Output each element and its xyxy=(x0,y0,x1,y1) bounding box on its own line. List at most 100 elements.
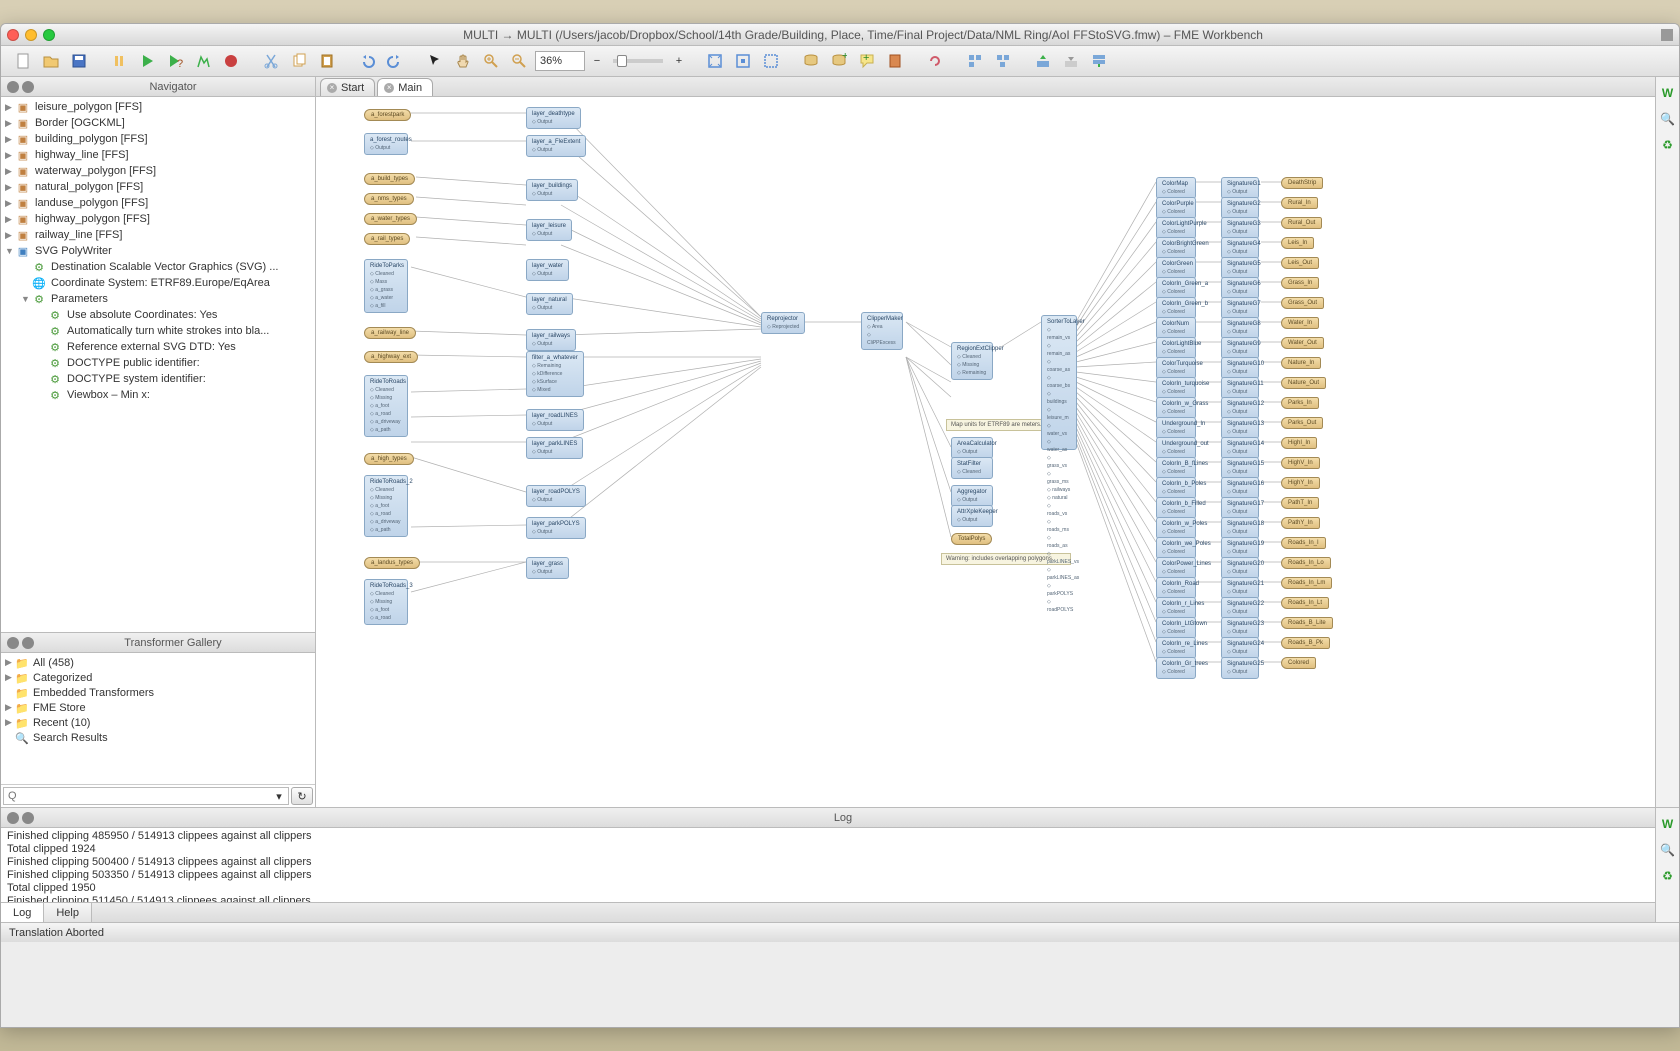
transformer-node[interactable]: ColorNum◇ Colored xyxy=(1156,317,1196,339)
zoom-decrease-button[interactable]: − xyxy=(589,49,605,73)
reader-node[interactable]: a_forestpark xyxy=(364,109,411,121)
writer-node[interactable]: Grass_Out xyxy=(1281,297,1324,309)
zoom-in-button[interactable] xyxy=(479,49,503,73)
writer-node[interactable]: Nature_In xyxy=(1281,357,1321,369)
gallery-refresh-button[interactable]: ↻ xyxy=(291,787,313,805)
transformer-node[interactable]: SignatureG2◇ Output xyxy=(1221,197,1259,219)
transformer-node[interactable]: layer_natural◇ Output xyxy=(526,293,573,315)
transformer-node[interactable]: ColorIn_B_fLines◇ Colored xyxy=(1156,457,1196,479)
canvas-tab[interactable]: ×Start xyxy=(320,78,375,96)
transformer-node[interactable]: ColorIn_Road◇ Colored xyxy=(1156,577,1196,599)
transformer-node[interactable]: ColorIn_r_Lines◇ Colored xyxy=(1156,597,1196,619)
navigator-item[interactable]: ▶▣waterway_polygon [FFS] xyxy=(1,163,315,179)
gallery-item[interactable]: 🔍Search Results xyxy=(1,730,315,745)
gallery-tree[interactable]: ▶📁All (458)▶📁Categorized📁Embedded Transf… xyxy=(1,653,315,784)
navigator-close-icon[interactable] xyxy=(7,81,19,93)
writer-node[interactable]: Leis_In xyxy=(1281,237,1314,249)
gallery-item[interactable]: ▶📁FME Store xyxy=(1,700,315,715)
reader-node[interactable]: a_railway_line xyxy=(364,327,416,339)
title-bar-proxy-icon[interactable] xyxy=(1661,29,1673,41)
log-tab-help[interactable]: Help xyxy=(44,903,92,922)
log-tab-log[interactable]: Log xyxy=(1,903,44,922)
writer-node[interactable]: HighI_In xyxy=(1281,437,1317,449)
transformer-node[interactable]: SignatureG17◇ Output xyxy=(1221,497,1259,519)
transformer-node[interactable]: SignatureG3◇ Output xyxy=(1221,217,1259,239)
navigator-item[interactable]: ▶▣natural_polygon [FFS] xyxy=(1,179,315,195)
navigator-subitem[interactable]: ⚙Reference external SVG DTD: Yes xyxy=(1,339,315,355)
server-button[interactable] xyxy=(1087,49,1111,73)
writer-node[interactable]: Grass_In xyxy=(1281,277,1319,289)
copy-button[interactable] xyxy=(287,49,311,73)
navigator-item[interactable]: ▶▣landuse_polygon [FFS] xyxy=(1,195,315,211)
transformer-node[interactable]: ColorPower_Lines◇ Colored xyxy=(1156,557,1196,579)
writer-node[interactable]: Water_In xyxy=(1281,317,1319,329)
transformer-node[interactable]: SignatureG5◇ Output xyxy=(1221,257,1259,279)
fit-selection-button[interactable] xyxy=(731,49,755,73)
navigator-item[interactable]: ▶▣leisure_polygon [FFS] xyxy=(1,99,315,115)
writer-node[interactable]: Leis_Out xyxy=(1281,257,1319,269)
canvas[interactable]: a_forestpark a_forest_routes◇ Output a_b… xyxy=(316,97,1655,807)
transformer-node[interactable]: ColorLightBlue◇ Colored xyxy=(1156,337,1196,359)
writer-node[interactable]: Rural_Out xyxy=(1281,217,1322,229)
close-window-button[interactable] xyxy=(7,29,19,41)
transformer-node[interactable]: StatFilter◇ Cleaned xyxy=(951,457,993,479)
navigator-item-writer[interactable]: ▼▣SVG PolyWriter xyxy=(1,243,315,259)
transformer-node[interactable]: layer_a_FleExtent◇ Output xyxy=(526,135,586,157)
add-annotation-button[interactable]: + xyxy=(855,49,879,73)
transformer-node[interactable]: SignatureG10◇ Output xyxy=(1221,357,1259,379)
writer-node[interactable]: Nature_Out xyxy=(1281,377,1326,389)
transformer-node[interactable]: ColorTurquoise◇ Colored xyxy=(1156,357,1196,379)
transformer-node[interactable]: RideToRoads_2◇ Cleaned◇ Missing◇ a_foot◇… xyxy=(364,475,408,537)
reader-node[interactable]: a_nms_types xyxy=(364,193,414,205)
navigator-subitem[interactable]: ⚙Automatically turn white strokes into b… xyxy=(1,323,315,339)
new-button[interactable] xyxy=(11,49,35,73)
transformer-node[interactable]: Underground_In◇ Colored xyxy=(1156,417,1196,439)
redo-button[interactable] xyxy=(383,49,407,73)
navigator-options-icon[interactable] xyxy=(22,81,34,93)
navigator-item[interactable]: ▶▣building_polygon [FFS] xyxy=(1,131,315,147)
transformer-node[interactable]: SignatureG22◇ Output xyxy=(1221,597,1259,619)
navigator-subitem[interactable]: ⚙DOCTYPE public identifier: xyxy=(1,355,315,371)
transformer-node[interactable]: SignatureG18◇ Output xyxy=(1221,517,1259,539)
transformer-node[interactable]: layer_roadPOLYS◇ Output xyxy=(526,485,586,507)
transformer-node[interactable]: layer_railways◇ Output xyxy=(526,329,576,351)
minimize-window-button[interactable] xyxy=(25,29,37,41)
transformer-node[interactable]: AttrXpleKeeper◇ Output xyxy=(951,505,993,527)
transformer-node[interactable]: SignatureG12◇ Output xyxy=(1221,397,1259,419)
fit-window-button[interactable] xyxy=(703,49,727,73)
tab-close-icon[interactable]: × xyxy=(327,83,337,93)
align-left-button[interactable] xyxy=(963,49,987,73)
run-prompt-button[interactable]: ? xyxy=(163,49,187,73)
transformer-node[interactable]: SignatureG13◇ Output xyxy=(1221,417,1259,439)
reader-node[interactable]: a_rail_types xyxy=(364,233,410,245)
navigator-subitem[interactable]: 🌐Coordinate System: ETRF89.Europe/EqArea xyxy=(1,275,315,291)
transformer-node[interactable]: ColorIn_turquoise◇ Colored xyxy=(1156,377,1196,399)
zoom-out-button[interactable] xyxy=(507,49,531,73)
download-button[interactable] xyxy=(1059,49,1083,73)
transformer-node[interactable]: RegionExtClipper◇ Cleaned◇ Missing◇ Rema… xyxy=(951,342,993,380)
add-writer-button[interactable]: + xyxy=(827,49,851,73)
transformer-node[interactable]: Aggregator◇ Output xyxy=(951,485,993,507)
transformer-node[interactable]: ColorPurple◇ Colored xyxy=(1156,197,1196,219)
transformer-node[interactable]: ColorGreen◇ Colored xyxy=(1156,257,1196,279)
align-center-button[interactable] xyxy=(991,49,1015,73)
transformer-node[interactable]: SignatureG1◇ Output xyxy=(1221,177,1259,199)
navigator-subitem[interactable]: ⚙Use absolute Coordinates: Yes xyxy=(1,307,315,323)
writer-node[interactable]: Roads_In_I xyxy=(1281,537,1326,549)
transformer-node[interactable]: ColorMap◇ Colored xyxy=(1156,177,1196,199)
transformer-node[interactable]: Reprojector◇ Reprojected xyxy=(761,312,805,334)
transformer-node[interactable]: layer_parkPOLYS◇ Output xyxy=(526,517,586,539)
writer-node[interactable]: Water_Out xyxy=(1281,337,1324,349)
transformer-node[interactable]: AreaCalculator◇ Output xyxy=(951,437,993,459)
transformer-node[interactable]: SignatureG9◇ Output xyxy=(1221,337,1259,359)
transformer-node[interactable]: SignatureG24◇ Output xyxy=(1221,637,1259,659)
writer-node[interactable]: Parks_In xyxy=(1281,397,1319,409)
writer-node[interactable]: Colored xyxy=(1281,657,1316,669)
writer-node[interactable]: Roads_B_Lite xyxy=(1281,617,1333,629)
transformer-node[interactable]: ColorIn_LtGtown◇ Colored xyxy=(1156,617,1196,639)
gallery-search-input[interactable] xyxy=(3,787,289,805)
transformer-node[interactable]: Underground_out◇ Colored xyxy=(1156,437,1196,459)
writer-node[interactable]: PathY_In xyxy=(1281,517,1320,529)
navigator-item[interactable]: ▶▣Border [OGCKML] xyxy=(1,115,315,131)
stop-button[interactable] xyxy=(219,49,243,73)
